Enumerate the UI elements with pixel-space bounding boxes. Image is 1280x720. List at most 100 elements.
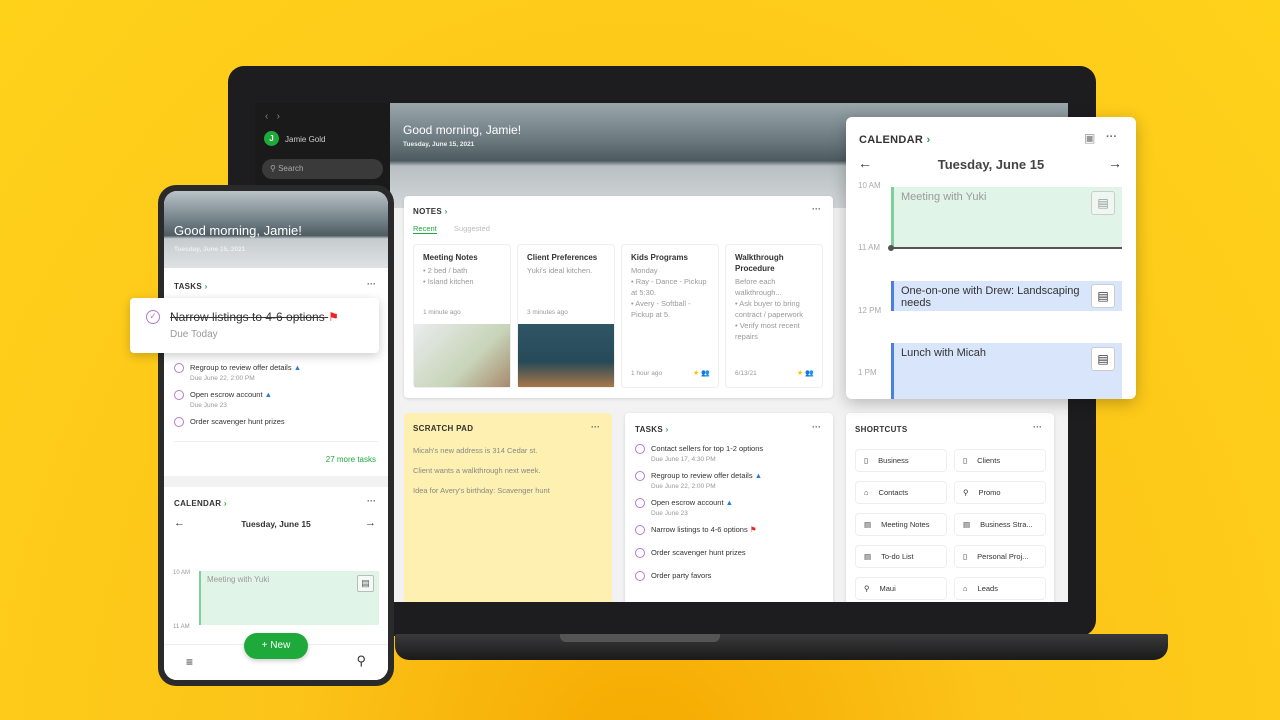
new-button[interactable]: + New: [244, 633, 308, 659]
note-card[interactable]: Kids Programs Monday • Ray - Dance - Picku…: [621, 244, 719, 388]
task-text: Order scavenger hunt prizes: [651, 548, 746, 557]
task-item[interactable]: Order scavenger hunt prizes: [174, 417, 374, 427]
checkbox[interactable]: [174, 390, 184, 400]
phone-greeting: Good morning, Jamie!: [174, 223, 302, 238]
task-text: Narrow listings to 4-6 options: [170, 310, 325, 324]
checkbox[interactable]: [174, 417, 184, 427]
menu-icon[interactable]: ≡: [186, 655, 193, 669]
event-meeting-yuki[interactable]: Meeting with Yuki ▤: [891, 187, 1122, 249]
calendar-title[interactable]: CALENDAR ›: [859, 134, 930, 146]
shortcut-business-strategy[interactable]: ▤ Business Stra...: [954, 513, 1046, 536]
phone-event-meeting-yuki[interactable]: Meeting with Yuki ▤: [199, 571, 379, 625]
next-day-arrow[interactable]: →: [365, 517, 376, 529]
shortcut-maui[interactable]: ⚲ Maui: [855, 577, 947, 600]
shortcut-clients[interactable]: ▯ Clients: [954, 449, 1046, 472]
user-name[interactable]: Jamie Gold: [285, 135, 325, 144]
featured-task-popout[interactable]: ✓ Narrow listings to 4-6 options ⚑ Due T…: [130, 298, 379, 353]
search-icon: ⚲: [864, 584, 870, 593]
note-card[interactable]: Client Preferences Yuki's ideal kitchen. 3…: [517, 244, 615, 388]
note-line: Yuki's ideal kitchen.: [527, 266, 593, 275]
task-due: Due June 23: [190, 402, 227, 409]
checkbox[interactable]: [635, 471, 645, 481]
scratch-title: SCRATCH PAD: [413, 424, 474, 433]
search-input[interactable]: ⚲ Search: [262, 159, 383, 179]
shortcut-label: Business: [878, 456, 909, 465]
avatar[interactable]: J: [264, 131, 279, 146]
add-note-icon[interactable]: ▤: [1091, 284, 1115, 308]
shortcut-label: Promo: [978, 488, 1001, 497]
task-item[interactable]: Regroup to review offer details ▲ Due Jun…: [635, 471, 823, 490]
tab-suggested[interactable]: Suggested: [454, 224, 490, 233]
shortcut-business[interactable]: ▯ Business: [855, 449, 947, 472]
scratch-pad[interactable]: SCRATCH PAD ··· Micah's new address is 3…: [404, 413, 612, 602]
shortcut-promo[interactable]: ⚲ Promo: [954, 481, 1046, 504]
note-line: • Verify most recent repairs: [735, 321, 800, 341]
phone-bottom-bar: ≡ + New ⚲: [164, 633, 388, 680]
task-item[interactable]: Order party favors: [635, 571, 823, 581]
back-forward-icons[interactable]: ‹ ›: [265, 111, 280, 122]
task-item[interactable]: Open escrow account ▲ Due June 23: [635, 498, 823, 517]
plus-icon: +: [261, 640, 271, 651]
tasks-title-text: TASKS: [635, 425, 664, 434]
time-label: 12 PM: [858, 306, 882, 315]
checkbox[interactable]: [635, 525, 645, 535]
note-card[interactable]: Meeting Notes • 2 bed / bath • Island kitc…: [413, 244, 511, 388]
task-item[interactable]: Regroup to review offer details ▲ Due Jun…: [174, 363, 374, 382]
more-icon[interactable]: ···: [367, 279, 376, 289]
next-day-arrow[interactable]: →: [1108, 155, 1122, 171]
shortcut-leads[interactable]: ⌂ Leads: [954, 577, 1046, 600]
task-text: Open escrow account: [651, 498, 724, 507]
phone-tasks-title[interactable]: TASKS ›: [174, 282, 208, 291]
shortcuts-title: SHORTCUTS: [855, 425, 908, 434]
shortcut-label: Personal Proj...: [977, 552, 1029, 561]
more-icon[interactable]: ···: [1106, 131, 1117, 143]
checkbox[interactable]: [635, 444, 645, 454]
tasks-title[interactable]: TASKS ›: [635, 425, 823, 434]
checkbox[interactable]: [635, 571, 645, 581]
checkbox[interactable]: [635, 548, 645, 558]
reminder-bell-icon: ▲: [754, 471, 763, 480]
task-item[interactable]: Order scavenger hunt prizes: [635, 548, 823, 558]
note-line: • Ray - Dance - Pickup at 5:30.: [631, 277, 707, 297]
event-one-on-one-drew[interactable]: One-on-one with Drew: Landscaping needs ▤: [891, 281, 1122, 311]
tab-recent[interactable]: Recent: [413, 224, 437, 234]
shortcut-todo-list[interactable]: ▤ To-do List: [855, 545, 947, 568]
more-icon[interactable]: ···: [591, 422, 600, 432]
scratch-line: Idea for Avery's birthday: Scavenger hun…: [413, 486, 550, 495]
note-line: • Avery - Softball - Pickup at 5.: [631, 299, 691, 319]
task-item[interactable]: Contact sellers for top 1-2 options Due J…: [635, 444, 823, 463]
more-icon[interactable]: ···: [1033, 422, 1042, 432]
add-note-icon[interactable]: ▤: [1091, 347, 1115, 371]
more-icon[interactable]: ···: [367, 496, 376, 506]
note-icon[interactable]: ▤: [357, 575, 374, 592]
scratch-line: Client wants a walkthrough next week.: [413, 466, 541, 475]
shortcut-meeting-notes[interactable]: ▤ Meeting Notes: [855, 513, 947, 536]
search-icon[interactable]: ⚲: [356, 653, 366, 669]
notes-title[interactable]: NOTES ›: [413, 207, 448, 216]
shortcut-label: Leads: [977, 584, 998, 593]
shortcut-personal-project[interactable]: ▯ Personal Proj...: [954, 545, 1046, 568]
note-icon[interactable]: ▤: [1091, 191, 1115, 215]
phone-calendar-title[interactable]: CALENDAR ›: [174, 499, 227, 508]
reminder-bell-icon: ▲: [293, 363, 302, 372]
checkbox[interactable]: [635, 498, 645, 508]
more-icon[interactable]: ···: [812, 422, 821, 432]
event-lunch-micah[interactable]: Lunch with Micah ▤: [891, 343, 1122, 399]
reminder-bell-icon: ▲: [725, 498, 734, 507]
more-tasks-link[interactable]: 27 more tasks: [326, 455, 376, 464]
chevron-right-icon: ›: [444, 207, 448, 216]
new-button-label: New: [270, 640, 291, 651]
completed-checkbox[interactable]: ✓: [146, 310, 160, 324]
checkbox[interactable]: [174, 363, 184, 373]
reminder-bell-icon: ▲: [264, 390, 273, 399]
shortcut-contacts[interactable]: ⌂ Contacts: [855, 481, 947, 504]
note-title: Walkthrough Procedure: [735, 253, 784, 273]
more-icon[interactable]: ···: [812, 204, 821, 214]
chevron-right-icon: ›: [665, 425, 669, 434]
calendar-icon[interactable]: ▣: [1084, 131, 1095, 145]
chevron-right-icon: ›: [223, 499, 227, 508]
task-item[interactable]: Narrow listings to 4-6 options ⚑: [635, 525, 823, 535]
note-card[interactable]: Walkthrough Procedure Before each walkthr…: [725, 244, 823, 388]
calendar-title-text: CALENDAR: [174, 499, 222, 508]
task-item[interactable]: Open escrow account ▲ Due June 23: [174, 390, 374, 409]
